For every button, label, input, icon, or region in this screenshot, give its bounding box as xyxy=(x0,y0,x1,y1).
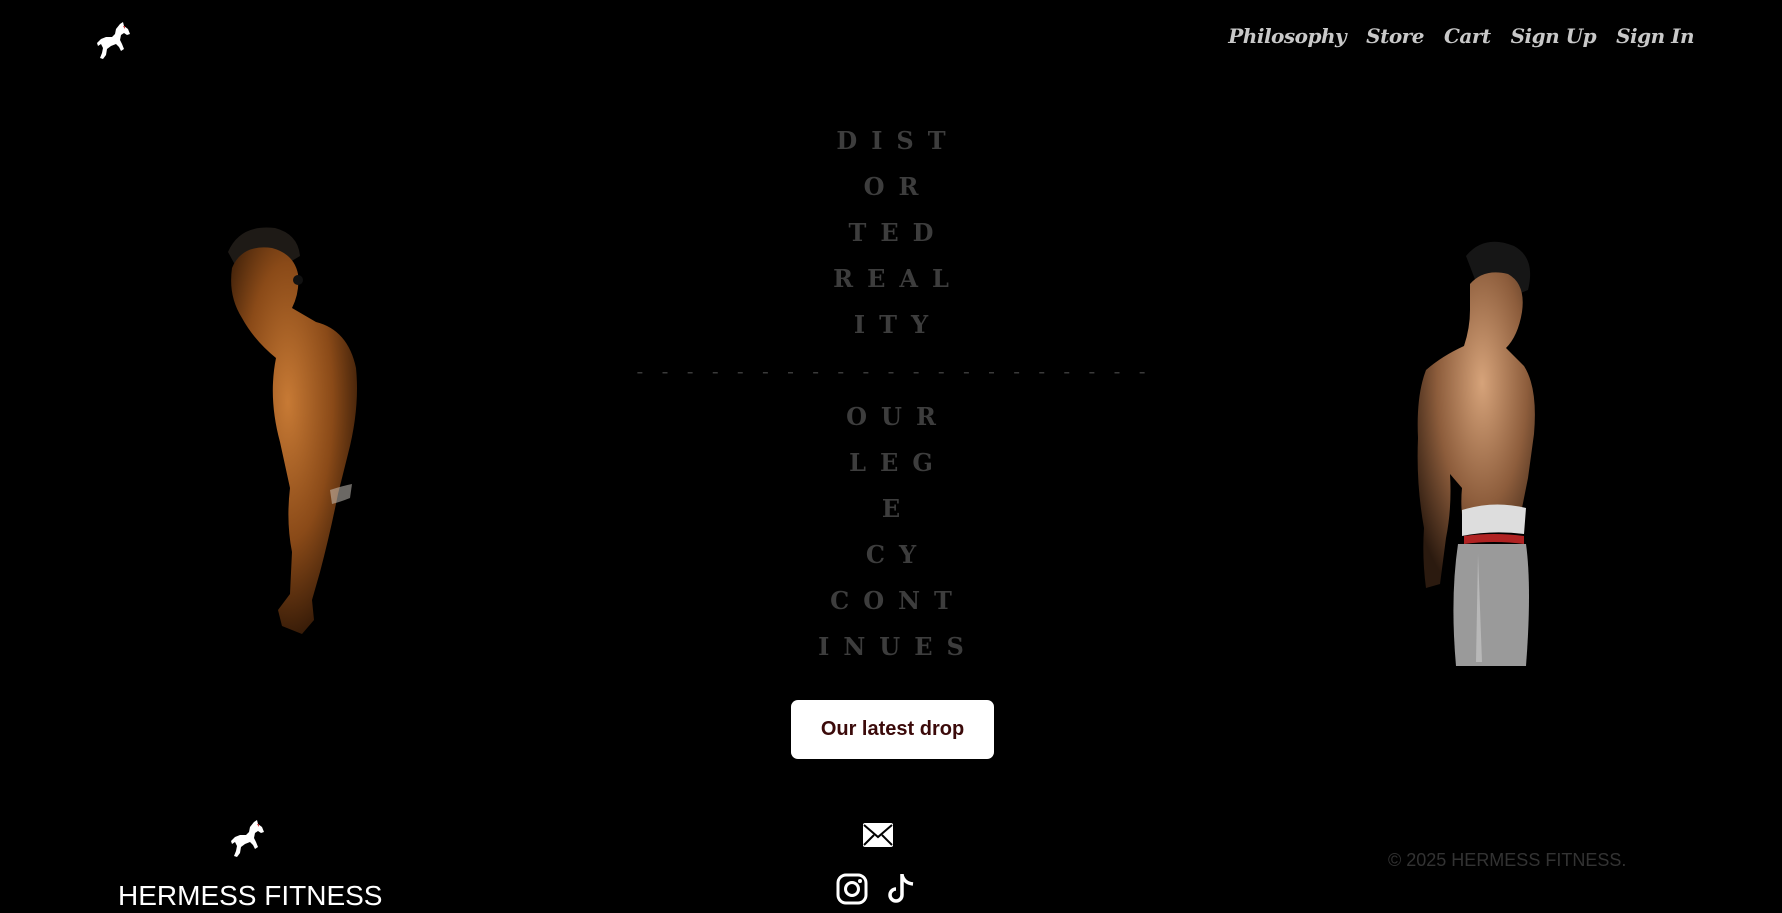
hero-separator: - - - - - - - - - - - - - - - - - - - - … xyxy=(636,359,1152,383)
mail-icon[interactable] xyxy=(862,822,894,848)
nav-sign-up[interactable]: Sign Up xyxy=(1511,24,1597,48)
copyright-text: © 2025 HERMESS FITNESS. xyxy=(1388,850,1627,870)
instagram-icon[interactable] xyxy=(836,873,868,905)
horse-logo-icon xyxy=(231,820,264,857)
latest-drop-button[interactable]: Our latest drop xyxy=(791,700,994,759)
nav-store[interactable]: Store xyxy=(1366,24,1424,48)
nav-philosophy[interactable]: Philosophy xyxy=(1228,24,1346,48)
hero-line: CY xyxy=(865,540,931,569)
main-nav: Philosophy Store Cart Sign Up Sign In xyxy=(1228,24,1694,48)
nav-sign-in[interactable]: Sign In xyxy=(1616,24,1694,48)
hero-line: REAL xyxy=(833,264,963,293)
tiktok-icon[interactable] xyxy=(886,872,916,906)
footer-brand-name: HERMESS FITNESS xyxy=(118,880,383,911)
nav-cart[interactable]: Cart xyxy=(1444,24,1491,48)
hero-line: INUES xyxy=(818,632,978,661)
hero-line: E xyxy=(881,494,915,523)
hero-line: OUR xyxy=(846,402,950,431)
hero-vertical-text: DIST OR TED REAL ITY - - - - - - - - - -… xyxy=(0,118,1782,670)
hero-line: DIST xyxy=(836,126,960,155)
hero-line: CONT xyxy=(830,586,966,615)
hero-line: OR xyxy=(863,172,933,201)
hero-line: LEG xyxy=(849,448,947,477)
hero-line: ITY xyxy=(853,310,943,339)
horse-logo-icon xyxy=(97,22,130,59)
hero-line: TED xyxy=(848,218,948,247)
